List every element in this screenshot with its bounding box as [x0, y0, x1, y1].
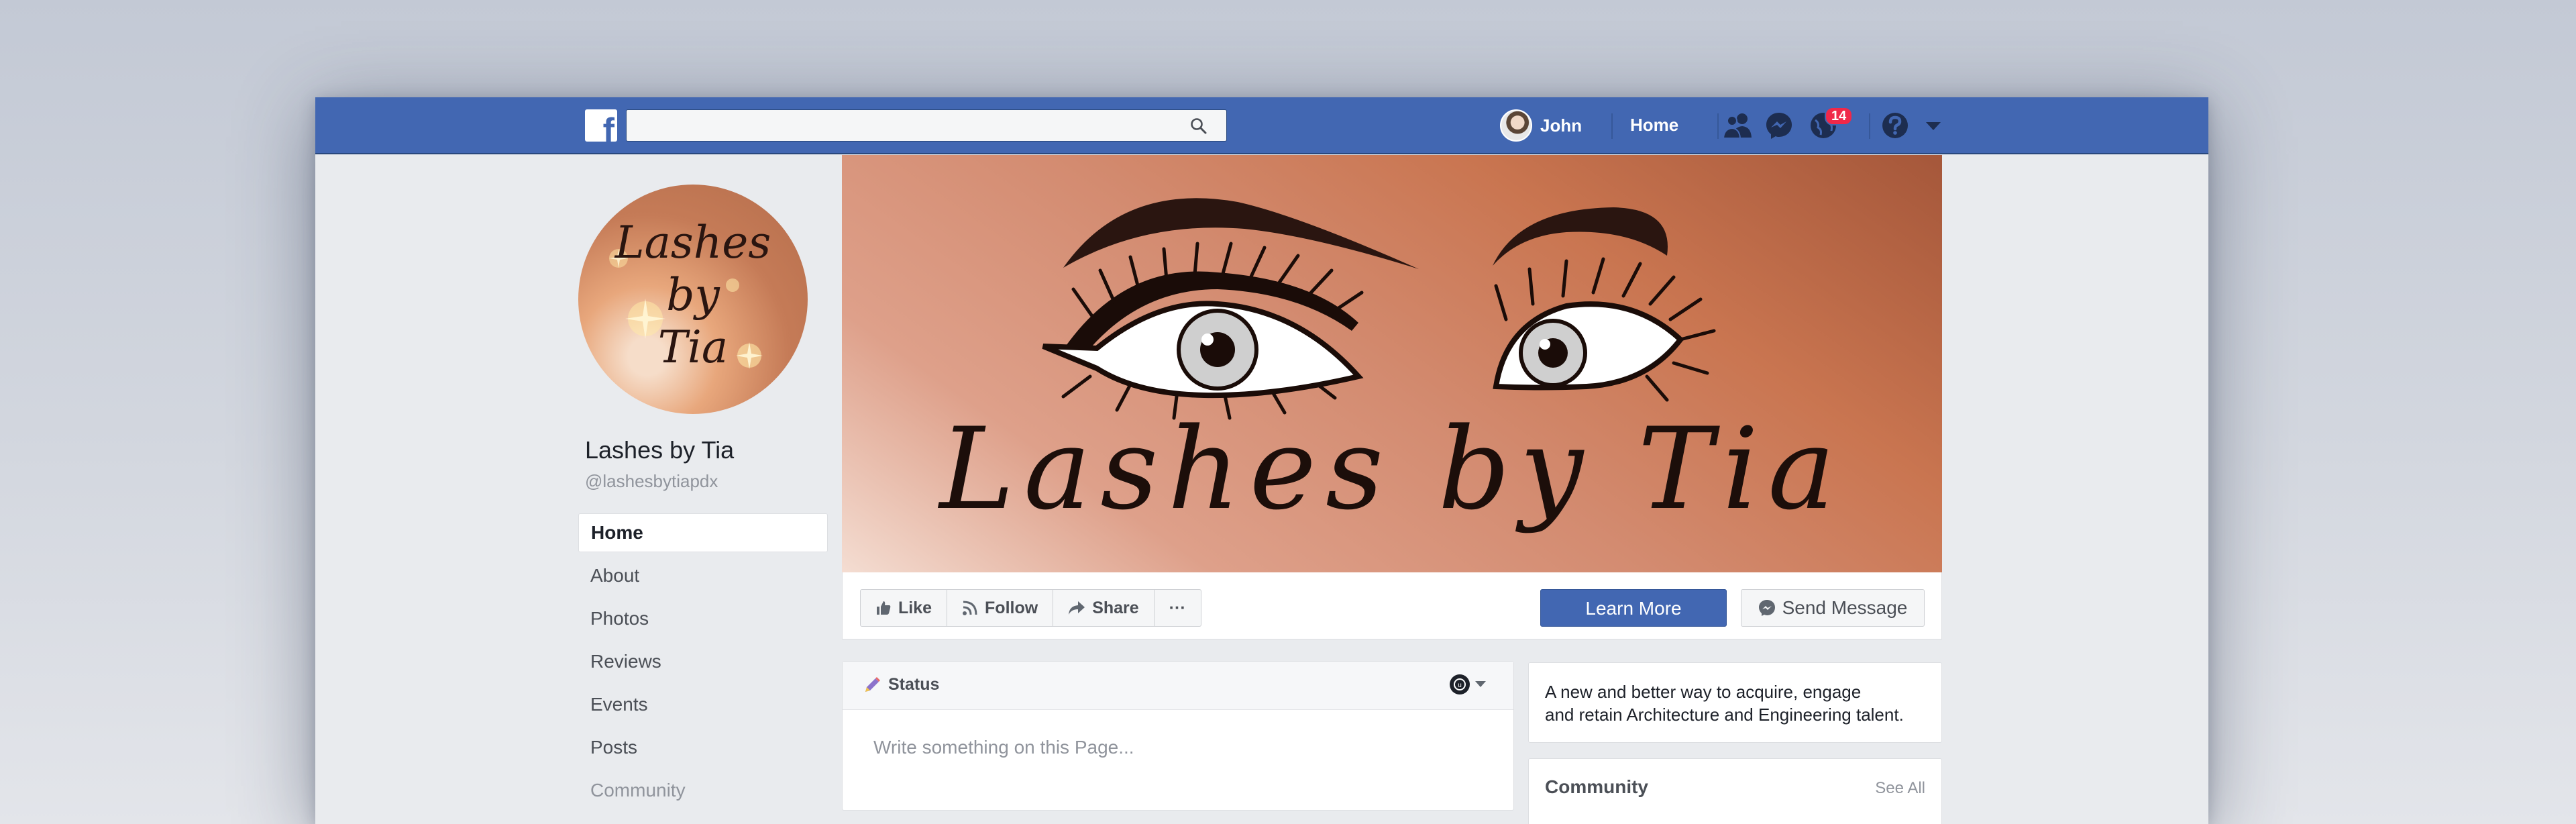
community-title[interactable]: Community — [1545, 776, 1648, 798]
send-message-label: Send Message — [1782, 597, 1908, 618]
search-icon[interactable] — [1190, 117, 1208, 135]
profile-logo-line-3: Tia — [657, 321, 729, 373]
composer-header: Status u — [843, 662, 1513, 710]
facebook-logo-icon[interactable]: f — [585, 109, 617, 142]
notification-badge: 14 — [1825, 107, 1854, 125]
browser-window: f John Home 14 Lashes by Tia Lashes by T… — [315, 97, 2208, 824]
left-navigation: Home About Photos Reviews Events Posts C… — [578, 513, 828, 814]
avatar[interactable] — [1500, 109, 1532, 142]
follow-button[interactable]: Follow — [947, 590, 1054, 626]
cover-title: Lashes by Tia — [939, 403, 1845, 535]
user-profile-link[interactable]: John — [1500, 108, 1582, 143]
search-box[interactable] — [626, 109, 1227, 142]
pencil-icon — [865, 676, 880, 692]
see-all-link[interactable]: See All — [1875, 779, 1925, 798]
composer-input[interactable]: Write something on this Page... — [873, 737, 1134, 758]
share-label: Share — [1092, 598, 1139, 617]
like-label: Like — [898, 598, 932, 617]
search-input[interactable] — [627, 110, 1177, 141]
caret-down-icon[interactable] — [1925, 121, 1941, 131]
page-name[interactable]: Lashes by Tia — [585, 436, 734, 464]
learn-more-button[interactable]: Learn More — [1540, 589, 1727, 627]
left-nav-photos[interactable]: Photos — [578, 599, 828, 642]
nav-divider — [1869, 113, 1870, 139]
messenger-icon[interactable] — [1764, 111, 1794, 140]
friends-icon[interactable] — [1720, 111, 1756, 140]
left-nav-home[interactable]: Home — [578, 513, 828, 552]
share-button[interactable]: Share — [1053, 590, 1155, 626]
left-nav-reviews[interactable]: Reviews — [578, 642, 828, 685]
community-card: Community See All — [1528, 758, 1942, 824]
audience-icon: u — [1450, 674, 1470, 694]
action-button-group: Like Follow Share ··· — [860, 589, 1201, 627]
share-icon — [1069, 601, 1085, 615]
profile-picture[interactable]: Lashes by Tia — [578, 185, 808, 414]
top-navigation-bar: f John Home 14 — [315, 97, 2208, 154]
home-link[interactable]: Home — [1630, 115, 1678, 136]
svg-text:u: u — [1458, 682, 1462, 689]
follow-icon — [963, 601, 977, 615]
about-card: A new and better way to acquire, engage … — [1528, 662, 1942, 743]
post-composer: Status u Write something on this Page... — [842, 661, 1514, 811]
left-nav-events[interactable]: Events — [578, 685, 828, 728]
left-nav-about[interactable]: About — [578, 556, 828, 599]
more-label: ··· — [1169, 598, 1186, 617]
page-handle[interactable]: @lashesbytiapdx — [585, 471, 718, 492]
nav-divider — [1611, 113, 1613, 139]
about-text-line-1: A new and better way to acquire, engage — [1545, 682, 1862, 702]
profile-logo-line-2: by — [666, 269, 720, 321]
like-button[interactable]: Like — [861, 590, 948, 626]
send-message-button[interactable]: Send Message — [1741, 589, 1925, 627]
page-action-bar: Like Follow Share ··· Learn More Send Me… — [842, 572, 1942, 639]
left-nav-community[interactable]: Community — [578, 771, 828, 814]
nav-divider — [1717, 113, 1719, 139]
more-button[interactable]: ··· — [1155, 590, 1201, 626]
audience-selector[interactable]: u — [1449, 674, 1487, 695]
help-icon[interactable] — [1880, 111, 1910, 140]
profile-logo-line-1: Lashes — [614, 217, 771, 268]
messenger-small-icon — [1758, 600, 1775, 616]
status-tab-label: Status — [888, 675, 940, 694]
like-icon — [877, 601, 891, 615]
about-text-line-2: and retain Architecture and Engineering … — [1545, 705, 1904, 725]
status-tab[interactable]: Status — [863, 675, 939, 694]
user-name[interactable]: John — [1540, 115, 1582, 136]
caret-down-icon — [1475, 681, 1486, 687]
cover-photo[interactable]: Lashes by Tia — [842, 155, 1942, 572]
follow-label: Follow — [985, 598, 1038, 617]
left-nav-posts[interactable]: Posts — [578, 728, 828, 771]
